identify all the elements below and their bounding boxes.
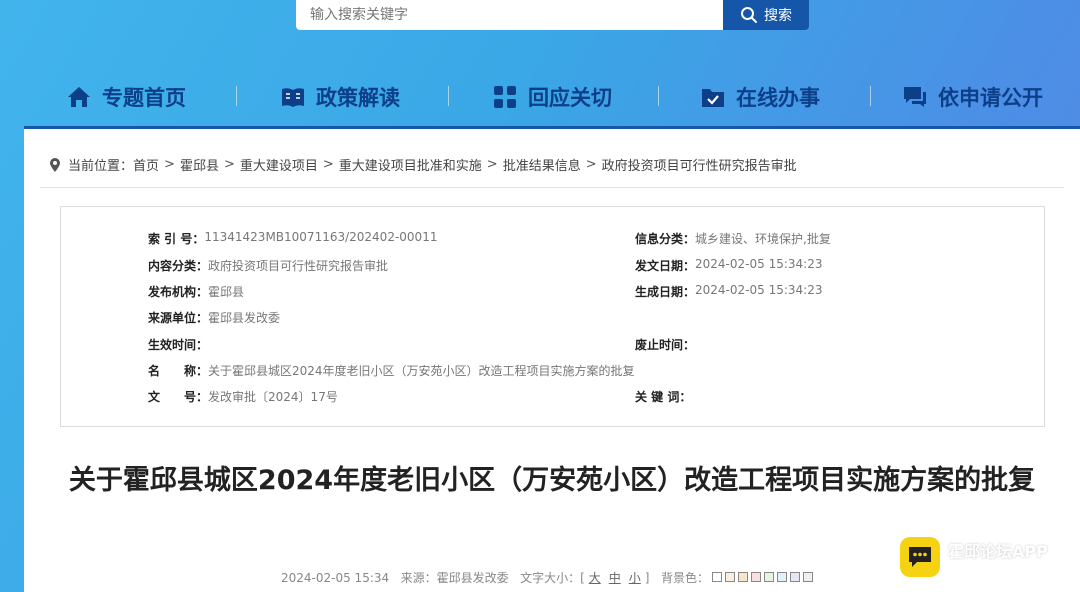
nav-divider [658,86,659,106]
meta-index: 索 引 号： 11341423MB10071163/202402-00011 [148,230,437,247]
nav-item-label: 依申请公开 [938,86,1043,110]
breadcrumb-link[interactable]: 批准结果信息 [503,155,581,174]
breadcrumb-separator: > [585,157,597,172]
content-panel: 当前位置： 首页 > 霍邱县 > 重大建设项目 > 重大建设项目批准和实施 > … [24,126,1080,592]
grid-icon [494,86,516,108]
breadcrumb-link[interactable]: 重大建设项目 [240,155,318,174]
main-nav: 专题首页 政策解读 回应关切 在线办事 依申请公开 [24,72,1080,120]
bg-color-label: 背景色： [660,571,709,585]
meta-label: 索 引 号： [148,232,205,246]
meta-value: 霍邱县 [208,285,245,299]
meta-publisher: 发布机构： 霍邱县 [148,283,244,300]
nav-item-policy[interactable]: 政策解读 [280,82,400,112]
watermark: 霍邱论坛APP 阅读霍邱 [900,537,1048,577]
meta-keywords: 关 键 词： [635,388,691,405]
bg-color-swatch[interactable] [724,571,735,582]
bg-color-swatch[interactable] [737,571,748,582]
bg-color-swatch[interactable] [776,571,787,582]
meta-value: 2024-02-05 15:34:23 [695,283,823,297]
meta-label: 关 键 词： [635,390,692,404]
nav-divider [870,86,871,106]
nav-item-response[interactable]: 回应关切 [492,82,612,112]
chat-icon [904,87,926,107]
meta-label: 信息分类： [635,232,696,246]
font-size-large-button[interactable]: 大 [589,569,601,586]
meta-value: 政府投资项目可行性研究报告审批 [208,259,389,273]
meta-issue-date: 发文日期： 2024-02-05 15:34:23 [635,257,822,274]
meta-label: 名 称： [148,364,209,378]
bg-color-swatch[interactable] [802,571,813,582]
meta-label: 生效时间： [148,338,209,352]
bg-color-swatch[interactable] [789,571,800,582]
breadcrumb-link[interactable]: 霍邱县 [180,155,219,174]
meta-abolish-time: 废止时间： [635,336,695,353]
meta-value: 霍邱县发改委 [208,311,281,325]
bg-color-swatch[interactable] [750,571,761,582]
meta-label: 生成日期： [635,285,696,299]
meta-value: 发改审批〔2024〕17号 [208,390,338,404]
font-size-label: 文字大小：[ [520,571,585,585]
metadata-box: 索 引 号： 11341423MB10071163/202402-00011 信息… [60,206,1045,427]
breadcrumb-separator: > [322,157,334,172]
meta-label: 发布机构： [148,285,209,299]
breadcrumb-link[interactable]: 重大建设项目批准和实施 [339,155,482,174]
breadcrumb-prefix: 当前位置： [68,159,134,174]
nav-item-online-service[interactable]: 在线办事 [700,82,820,112]
meta-value: 11341423MB10071163/202402-00011 [204,230,438,244]
breadcrumb-separator: > [486,157,498,172]
meta-label: 废止时间： [635,338,696,352]
meta-content-type: 内容分类： 政府投资项目可行性研究报告审批 [148,257,388,274]
nav-divider [236,86,237,106]
breadcrumb: 当前位置： 首页 > 霍邱县 > 重大建设项目 > 重大建设项目批准和实施 > … [50,155,797,174]
meta-category: 信息分类： 城乡建设、环境保护,批复 [635,230,831,247]
location-pin-icon [50,157,60,172]
meta-label: 发文日期： [635,259,696,273]
meta-label: 来源单位： [148,311,209,325]
watermark-text: 霍邱论坛APP 阅读霍邱 [948,538,1048,577]
breadcrumb-divider [40,187,1064,188]
font-size-medium-button[interactable]: 中 [609,569,621,586]
nav-item-label: 在线办事 [736,86,820,110]
article-source: 来源：霍邱县发改委 [400,571,509,585]
bg-color-swatches [709,571,813,585]
article-date: 2024-02-05 15:34 [281,570,390,585]
breadcrumb-link[interactable]: 政府投资项目可行性研究报告审批 [602,155,797,174]
book-icon [282,88,304,107]
meta-value: 城乡建设、环境保护,批复 [695,232,831,246]
article-info-line: 2024-02-05 15:34 来源：霍邱县发改委 文字大小：[ 大 中 小 … [281,569,813,586]
nav-item-label: 回应关切 [528,86,612,110]
article-title: 关于霍邱县城区2024年度老旧小区（万安苑小区）改造工程项目实施方案的批复 [68,465,1036,496]
watermark-slogan: 阅读霍邱 [948,565,1040,577]
search-input[interactable] [310,0,723,30]
nav-divider [448,86,449,106]
app-logo-icon [900,537,940,577]
meta-label: 文 号： [148,390,209,404]
font-size-small-button[interactable]: 小 [629,569,641,586]
nav-item-label: 政策解读 [316,86,400,110]
meta-created-date: 生成日期： 2024-02-05 15:34:23 [635,283,822,300]
breadcrumb-separator: > [223,157,235,172]
folder-check-icon [702,89,724,107]
nav-item-label: 专题首页 [102,86,186,110]
meta-value: 2024-02-05 15:34:23 [695,257,823,271]
meta-doc-number: 文 号： 发改审批〔2024〕17号 [148,388,338,405]
meta-name: 名 称： 关于霍邱县城区2024年度老旧小区（万安苑小区）改造工程项目实施方案的批… [148,362,635,379]
meta-effective-time: 生效时间： [148,336,208,353]
breadcrumb-separator: > [164,157,175,172]
meta-value: 关于霍邱县城区2024年度老旧小区（万安苑小区）改造工程项目实施方案的批复 [208,364,635,378]
bg-color-swatch[interactable] [763,571,774,582]
home-icon [68,87,90,107]
meta-source: 来源单位： 霍邱县发改委 [148,309,280,326]
watermark-name: 霍邱论坛APP [948,541,1048,561]
nav-item-apply-disclosure[interactable]: 依申请公开 [902,82,1043,112]
search-bar [296,0,723,30]
search-button[interactable]: 搜索 [723,0,809,30]
search-button-label: 搜索 [764,8,792,24]
search-icon [741,7,757,23]
bg-color-swatch[interactable] [711,571,722,582]
breadcrumb-link[interactable]: 首页 [133,155,159,174]
meta-label: 内容分类： [148,259,209,273]
nav-item-home[interactable]: 专题首页 [66,82,186,112]
